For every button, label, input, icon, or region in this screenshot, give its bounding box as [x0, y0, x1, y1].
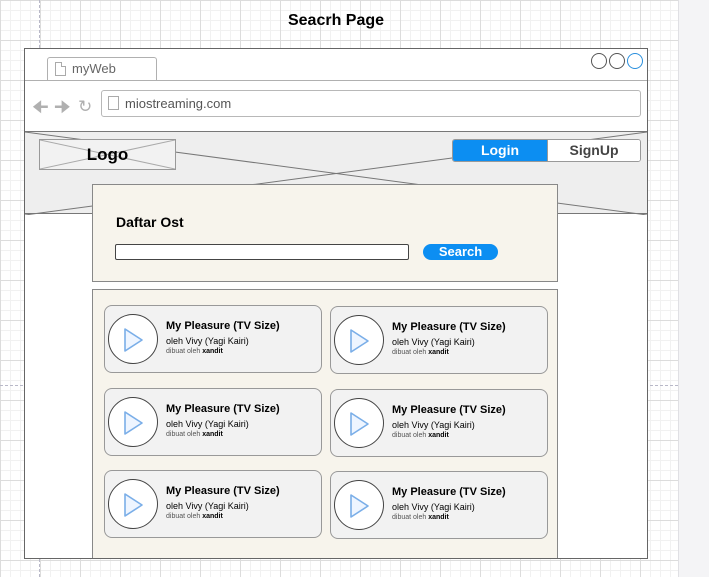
search-panel: Daftar Ost Search [92, 184, 558, 282]
card-author: xandit [202, 513, 223, 520]
card-author: xandit [428, 349, 449, 356]
result-card[interactable]: My Pleasure (TV Size) oleh Vivy (Yagi Ka… [104, 470, 322, 538]
back-arrow-icon[interactable]: 🠈 [32, 98, 49, 116]
canvas-edge [678, 0, 709, 577]
card-title: My Pleasure (TV Size) [392, 486, 506, 498]
address-bar[interactable]: miostreaming.com [101, 90, 641, 117]
address-text: miostreaming.com [125, 96, 232, 111]
card-title: My Pleasure (TV Size) [166, 403, 280, 415]
document-icon [108, 96, 119, 110]
card-credit: dibuat oleh xandit [392, 349, 449, 356]
forward-arrow-icon[interactable]: 🠊 [54, 98, 71, 116]
play-button[interactable] [108, 397, 158, 447]
play-icon [124, 493, 143, 517]
play-icon [350, 412, 369, 436]
play-button[interactable] [108, 314, 158, 364]
card-artist: oleh Vivy (Yagi Kairi) [166, 419, 249, 429]
card-credit: dibuat oleh xandit [166, 431, 223, 438]
search-button[interactable]: Search [423, 244, 498, 260]
card-title: My Pleasure (TV Size) [166, 485, 280, 497]
play-icon [124, 411, 143, 435]
card-title: My Pleasure (TV Size) [392, 321, 506, 333]
card-credit: dibuat oleh xandit [166, 513, 223, 520]
card-credit: dibuat oleh xandit [392, 432, 449, 439]
search-title: Daftar Ost [116, 214, 184, 230]
card-author: xandit [202, 431, 223, 438]
card-title: My Pleasure (TV Size) [392, 404, 506, 416]
results-panel: My Pleasure (TV Size) oleh Vivy (Yagi Ka… [92, 289, 558, 558]
card-artist: oleh Vivy (Yagi Kairi) [166, 336, 249, 346]
play-icon [350, 329, 369, 353]
card-author: xandit [428, 514, 449, 521]
signup-button[interactable]: SignUp [547, 140, 640, 161]
card-author: xandit [428, 432, 449, 439]
refresh-icon[interactable]: ↻ [78, 98, 92, 116]
browser-window: myWeb 🠈 🠊 ↻ miostreaming.com Logo Login … [24, 48, 648, 559]
maximize-button[interactable] [609, 53, 625, 69]
play-button[interactable] [334, 480, 384, 530]
document-icon [55, 62, 66, 76]
result-card[interactable]: My Pleasure (TV Size) oleh Vivy (Yagi Ka… [330, 389, 548, 457]
page-title: Seacrh Page [287, 12, 385, 29]
logo-text: Logo [86, 145, 129, 164]
browser-tab[interactable]: myWeb [47, 57, 157, 81]
minimize-button[interactable] [591, 53, 607, 69]
card-artist: oleh Vivy (Yagi Kairi) [392, 420, 475, 430]
play-icon [350, 494, 369, 518]
tab-bar-divider [25, 80, 647, 81]
result-card[interactable]: My Pleasure (TV Size) oleh Vivy (Yagi Ka… [330, 471, 548, 539]
card-credit: dibuat oleh xandit [392, 514, 449, 521]
card-artist: oleh Vivy (Yagi Kairi) [392, 502, 475, 512]
play-button[interactable] [334, 315, 384, 365]
logo[interactable]: Logo [39, 139, 176, 170]
tab-label: myWeb [72, 61, 116, 76]
search-input[interactable] [115, 244, 409, 260]
card-title: My Pleasure (TV Size) [166, 320, 280, 332]
card-artist: oleh Vivy (Yagi Kairi) [392, 337, 475, 347]
login-button[interactable]: Login [453, 140, 547, 161]
result-card[interactable]: My Pleasure (TV Size) oleh Vivy (Yagi Ka… [104, 388, 322, 456]
result-card[interactable]: My Pleasure (TV Size) oleh Vivy (Yagi Ka… [330, 306, 548, 374]
card-author: xandit [202, 348, 223, 355]
result-card[interactable]: My Pleasure (TV Size) oleh Vivy (Yagi Ka… [104, 305, 322, 373]
card-artist: oleh Vivy (Yagi Kairi) [166, 501, 249, 511]
play-button[interactable] [108, 479, 158, 529]
play-icon [124, 328, 143, 352]
card-credit: dibuat oleh xandit [166, 348, 223, 355]
auth-buttons: Login SignUp [452, 139, 641, 162]
play-button[interactable] [334, 398, 384, 448]
close-button[interactable] [627, 53, 643, 69]
